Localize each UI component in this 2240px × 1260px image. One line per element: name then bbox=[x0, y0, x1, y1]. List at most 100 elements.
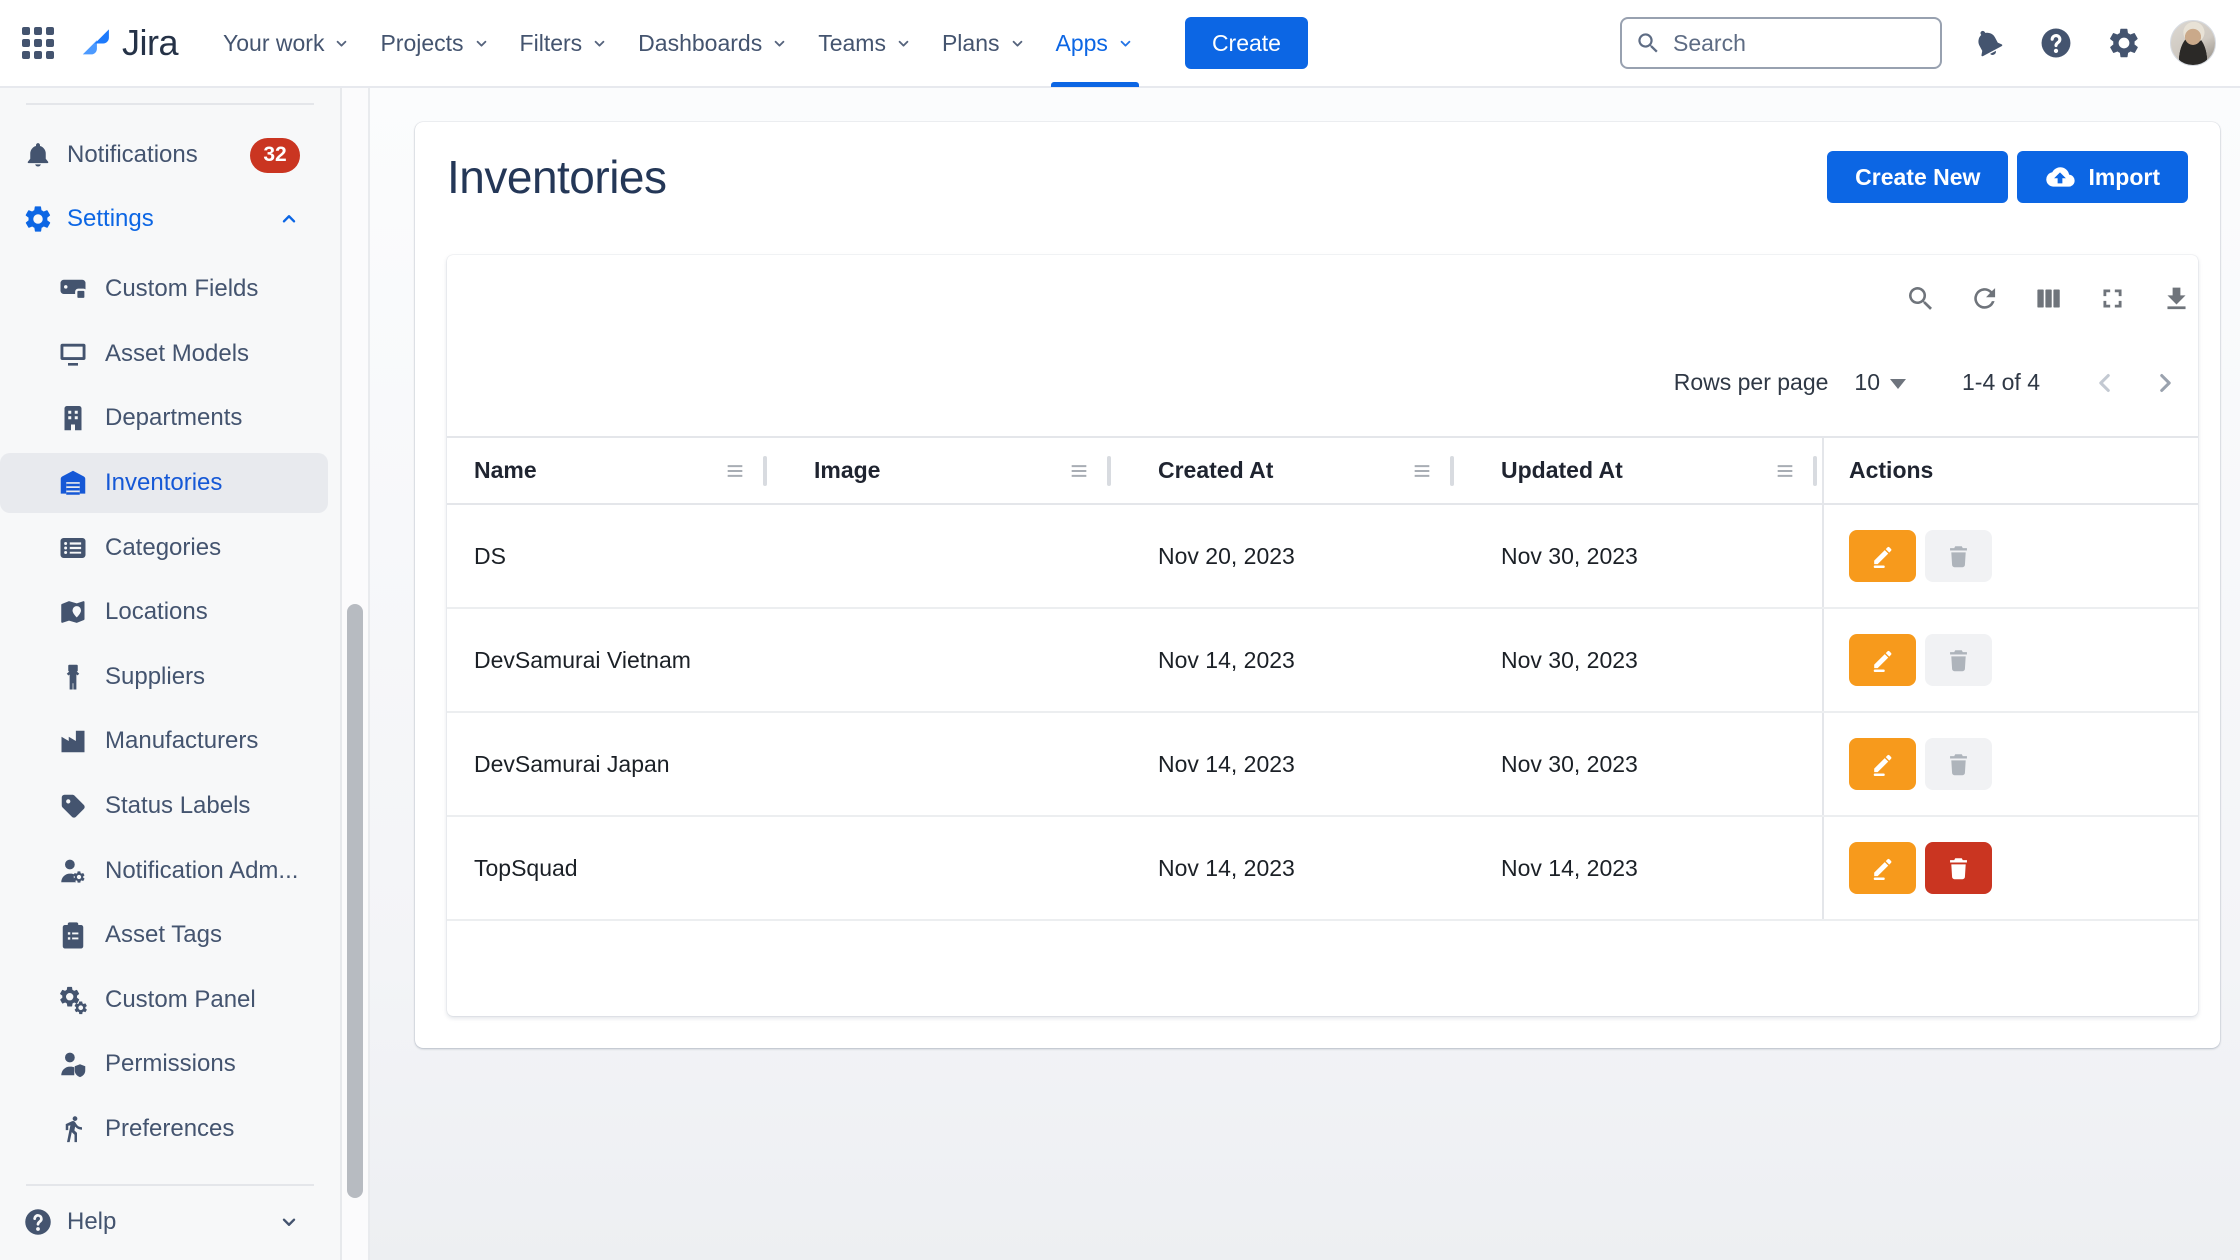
sidebar-scroll-gutter bbox=[342, 88, 370, 1260]
cell-updated-at: Nov 30, 2023 bbox=[1459, 505, 1822, 607]
custom-field-icon bbox=[57, 273, 89, 305]
export-download-icon[interactable] bbox=[2154, 276, 2198, 320]
gear-icon bbox=[2107, 26, 2141, 60]
nav-apps[interactable]: Apps bbox=[1041, 0, 1149, 87]
nav-teams[interactable]: Teams bbox=[803, 0, 927, 87]
help-icon[interactable] bbox=[2034, 21, 2078, 65]
search-icon[interactable] bbox=[1898, 276, 1942, 320]
fullscreen-icon[interactable] bbox=[2090, 276, 2134, 320]
sidebar-item-inventories[interactable]: Inventories bbox=[0, 451, 340, 516]
cell-image bbox=[772, 713, 1116, 815]
column-menu-icon[interactable] bbox=[724, 460, 746, 482]
top-navbar: Jira Your work Projects Filters Dashboar… bbox=[0, 0, 2240, 88]
nav-filters[interactable]: Filters bbox=[505, 0, 624, 87]
sidebar-footer: Help bbox=[0, 1184, 340, 1260]
bell-icon bbox=[1965, 20, 2011, 66]
cell-actions bbox=[1822, 609, 2198, 711]
refresh-icon[interactable] bbox=[1962, 276, 2006, 320]
logo-text: Jira bbox=[122, 22, 178, 64]
bell-icon bbox=[22, 139, 54, 171]
list-icon bbox=[57, 532, 89, 564]
sidebar-item-status-labels[interactable]: Status Labels bbox=[0, 774, 340, 839]
sidebar-item-manufacturers[interactable]: Manufacturers bbox=[0, 709, 340, 774]
table-toolbar bbox=[447, 255, 2198, 335]
cell-name: DevSamurai Japan bbox=[447, 713, 772, 815]
previous-page-button[interactable] bbox=[2088, 366, 2122, 400]
cell-created-at: Nov 20, 2023 bbox=[1116, 505, 1459, 607]
chevron-down-icon bbox=[473, 35, 490, 52]
jira-logo[interactable]: Jira bbox=[78, 22, 178, 64]
map-pin-icon bbox=[57, 596, 89, 628]
sidebar-item-departments[interactable]: Departments bbox=[0, 386, 340, 451]
question-circle-icon bbox=[2039, 26, 2073, 60]
cell-updated-at: Nov 30, 2023 bbox=[1459, 713, 1822, 815]
column-menu-icon[interactable] bbox=[1068, 460, 1090, 482]
sidebar-item-permissions[interactable]: Permissions bbox=[0, 1032, 340, 1097]
sidebar-item-categories[interactable]: Categories bbox=[0, 515, 340, 580]
sidebar-item-locations[interactable]: Locations bbox=[0, 580, 340, 645]
sidebar-scrollbar[interactable] bbox=[347, 604, 363, 1198]
next-page-button[interactable] bbox=[2148, 366, 2182, 400]
column-header-created-at[interactable]: Created At bbox=[1116, 438, 1459, 503]
inventories-table: Rows per page 10 1-4 of 4 Name bbox=[447, 255, 2198, 1016]
column-menu-icon[interactable] bbox=[1774, 460, 1796, 482]
create-new-button[interactable]: Create New bbox=[1827, 151, 2008, 203]
nav-your-work[interactable]: Your work bbox=[208, 0, 365, 87]
edit-button[interactable] bbox=[1849, 738, 1916, 790]
search-input[interactable] bbox=[1671, 29, 1927, 58]
chevron-down-icon bbox=[591, 35, 608, 52]
table-row: TopSquad Nov 14, 2023 Nov 14, 2023 bbox=[447, 817, 2198, 921]
sidebar-item-asset-models[interactable]: Asset Models bbox=[0, 322, 340, 387]
sidebar-divider bbox=[26, 1184, 314, 1186]
import-button[interactable]: Import bbox=[2017, 151, 2188, 203]
cell-name: TopSquad bbox=[447, 817, 772, 919]
cell-name: DevSamurai Vietnam bbox=[447, 609, 772, 711]
edit-button[interactable] bbox=[1849, 634, 1916, 686]
column-header-updated-at[interactable]: Updated At bbox=[1459, 438, 1822, 503]
chevron-down-icon[interactable] bbox=[278, 1211, 300, 1233]
sidebar-item-help[interactable]: Help bbox=[0, 1190, 340, 1254]
global-search[interactable] bbox=[1620, 17, 1942, 69]
sidebar-item-custom-panel[interactable]: Custom Panel bbox=[0, 968, 340, 1033]
column-header-name[interactable]: Name bbox=[447, 438, 772, 503]
cell-actions bbox=[1822, 505, 2198, 607]
edit-button[interactable] bbox=[1849, 842, 1916, 894]
chevron-up-icon[interactable] bbox=[278, 208, 300, 230]
notification-bell-icon[interactable] bbox=[1966, 21, 2010, 65]
sidebar-item-notification-admin[interactable]: Notification Adm... bbox=[0, 838, 340, 903]
building-icon bbox=[57, 402, 89, 434]
app-switcher-icon[interactable] bbox=[22, 27, 54, 59]
cell-name: DS bbox=[447, 505, 772, 607]
table-row: DevSamurai Vietnam Nov 14, 2023 Nov 30, … bbox=[447, 609, 2198, 713]
sidebar-item-notifications[interactable]: Notifications 32 bbox=[0, 123, 340, 187]
edit-button[interactable] bbox=[1849, 530, 1916, 582]
chevron-down-icon bbox=[1117, 35, 1134, 52]
cell-image bbox=[772, 505, 1116, 607]
create-button[interactable]: Create bbox=[1185, 17, 1308, 69]
delete-button[interactable] bbox=[1925, 530, 1992, 582]
delete-button[interactable] bbox=[1925, 634, 1992, 686]
user-avatar[interactable] bbox=[2170, 20, 2216, 66]
column-header-image[interactable]: Image bbox=[772, 438, 1116, 503]
settings-submenu: Custom Fields Asset Models Departments I… bbox=[0, 257, 340, 1161]
column-menu-icon[interactable] bbox=[1411, 460, 1433, 482]
delete-button[interactable] bbox=[1925, 842, 1992, 894]
sidebar-item-asset-tags[interactable]: Asset Tags bbox=[0, 903, 340, 968]
rows-per-page-select[interactable]: 10 bbox=[1854, 369, 1906, 396]
nav-plans[interactable]: Plans bbox=[927, 0, 1041, 87]
columns-icon[interactable] bbox=[2026, 276, 2070, 320]
sidebar-item-custom-fields[interactable]: Custom Fields bbox=[0, 257, 340, 322]
delete-button[interactable] bbox=[1925, 738, 1992, 790]
pagination-range: 1-4 of 4 bbox=[1962, 369, 2040, 396]
settings-gear-icon[interactable] bbox=[2102, 21, 2146, 65]
sidebar-item-preferences[interactable]: Preferences bbox=[0, 1097, 340, 1162]
cell-created-at: Nov 14, 2023 bbox=[1116, 713, 1459, 815]
cell-image bbox=[772, 817, 1116, 919]
card-header: Inventories Create New Import bbox=[415, 122, 2220, 204]
cloud-upload-icon bbox=[2045, 162, 2075, 192]
sidebar-item-settings[interactable]: Settings bbox=[0, 187, 340, 251]
sidebar-item-suppliers[interactable]: Suppliers bbox=[0, 645, 340, 710]
nav-dashboards[interactable]: Dashboards bbox=[623, 0, 803, 87]
nav-projects[interactable]: Projects bbox=[365, 0, 504, 87]
main-content: Inventories Create New Import bbox=[370, 88, 2240, 1260]
